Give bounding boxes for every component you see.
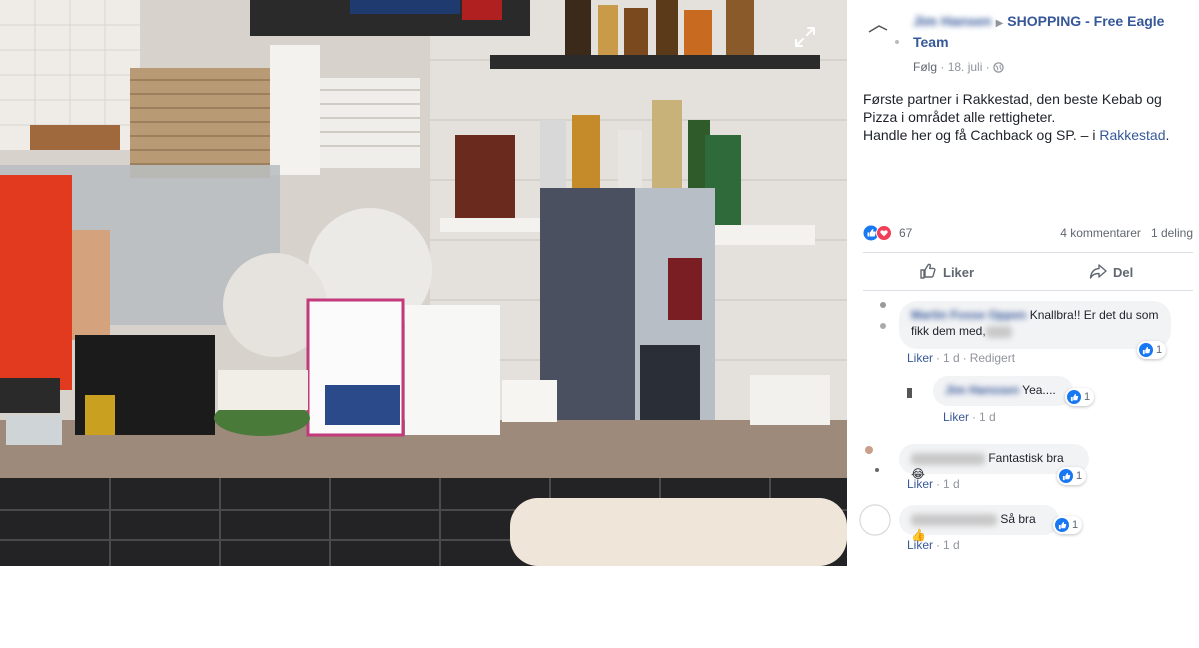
comment-like-link[interactable]: Liker bbox=[943, 410, 969, 424]
meta-dot: · bbox=[972, 410, 977, 424]
thumbs-up-icon bbox=[1067, 390, 1081, 404]
follow-link[interactable]: Følg bbox=[913, 60, 937, 74]
reaction-count[interactable]: 67 bbox=[899, 226, 912, 240]
commenter-name-link[interactable]: Jim Hanssen bbox=[945, 383, 1019, 397]
comment-like-badge[interactable]: 1 bbox=[1053, 516, 1083, 534]
redacted-name bbox=[911, 513, 997, 526]
comment-avatar[interactable] bbox=[859, 504, 891, 536]
post-actions: Liker Del bbox=[863, 256, 1193, 288]
comment-meta: Liker · 1 d bbox=[907, 477, 960, 491]
comment-meta: Liker · 1 d bbox=[943, 410, 996, 424]
share-button[interactable]: Del bbox=[1089, 256, 1133, 288]
post-side-panel: Jim Hansen ▶ SHOPPING - Free Eagle Team Fø… bbox=[847, 0, 1199, 566]
comment-time[interactable]: 1 d bbox=[979, 410, 996, 424]
comment-meta: Liker · 1 d bbox=[907, 538, 960, 552]
reaction-icons[interactable] bbox=[863, 225, 897, 241]
post-date[interactable]: 18. juli bbox=[948, 60, 983, 74]
commenter-name-link[interactable]: Martin Fosse Oppen bbox=[911, 308, 1026, 322]
reaction-summary: 67 4 kommentarer 1 deling bbox=[863, 224, 1193, 242]
comment-time[interactable]: 1 d bbox=[943, 477, 960, 491]
comment-like-badge[interactable]: 1 bbox=[1065, 388, 1095, 406]
redacted-text bbox=[985, 325, 1012, 338]
comment-avatar[interactable] bbox=[861, 300, 893, 332]
thumbs-up-icon bbox=[1055, 518, 1069, 532]
divider bbox=[863, 252, 1193, 253]
comment-time[interactable]: 1 d bbox=[943, 351, 960, 365]
post-text: Første partner i Rakkestad, den beste Ke… bbox=[863, 90, 1183, 144]
comment-share-counts: 4 kommentarer 1 deling bbox=[1060, 226, 1193, 240]
meta-dot: · bbox=[936, 477, 941, 491]
comment-like-count: 1 bbox=[1156, 344, 1163, 356]
post-text-line1: Første partner i Rakkestad, den beste Ke… bbox=[863, 91, 1162, 125]
post-photo[interactable] bbox=[0, 0, 847, 566]
restaurant-counter-photo bbox=[0, 0, 847, 566]
author-avatar[interactable] bbox=[863, 14, 903, 54]
meta-dot: · bbox=[940, 60, 948, 74]
meta-dot: · bbox=[985, 60, 994, 74]
caret-right-icon: ▶ bbox=[995, 18, 1004, 29]
comment-edited[interactable]: Redigert bbox=[970, 351, 1015, 365]
comment-avatar[interactable] bbox=[861, 442, 893, 474]
comment-like-badge[interactable]: 1 bbox=[1137, 341, 1167, 359]
comment-meta: Liker · 1 d · Redigert bbox=[907, 351, 1015, 365]
comment-like-link[interactable]: Liker bbox=[907, 351, 933, 365]
share-button-label: Del bbox=[1113, 264, 1134, 280]
comment-bubble: Så bra👍 bbox=[899, 505, 1059, 542]
reply-avatar[interactable] bbox=[905, 382, 927, 404]
thumbs-up-icon bbox=[1139, 343, 1153, 357]
globe-icon bbox=[993, 62, 1004, 76]
thumbs-up-icon bbox=[1059, 469, 1073, 483]
reply-bubble: Jim Hanssen Yea.... bbox=[933, 376, 1073, 406]
thumbs-up-icon bbox=[919, 262, 937, 283]
comment-bubble: Martin Fosse Oppen Knallbra!! Er det du … bbox=[899, 301, 1171, 349]
expand-icon[interactable] bbox=[792, 24, 818, 50]
share-count-link[interactable]: 1 deling bbox=[1151, 226, 1193, 240]
meta-dot: · bbox=[936, 351, 941, 365]
comment-like-badge[interactable]: 1 bbox=[1057, 467, 1087, 485]
meta-dot: · bbox=[962, 351, 967, 365]
divider bbox=[863, 290, 1193, 291]
post-text-suffix: . bbox=[1165, 127, 1170, 143]
post-title-line: Jim Hansen ▶ SHOPPING - Free Eagle Team bbox=[913, 12, 1183, 52]
author-name-link[interactable]: Jim Hansen bbox=[913, 13, 992, 29]
meta-dot: · bbox=[936, 538, 941, 552]
place-link[interactable]: Rakkestad bbox=[1099, 127, 1165, 143]
post-meta: Følg · 18. juli · bbox=[913, 60, 1004, 76]
like-button-label: Liker bbox=[943, 264, 975, 280]
comment-text: Yea.... bbox=[1022, 383, 1056, 397]
facebook-photo-viewer: Jim Hansen ▶ SHOPPING - Free Eagle Team Fø… bbox=[0, 0, 1199, 648]
post-text-line2: Handle her og få Cachback og SP. – i bbox=[863, 127, 1100, 143]
share-arrow-icon bbox=[1089, 262, 1107, 283]
comment-like-count: 1 bbox=[1084, 391, 1091, 403]
like-button[interactable]: Liker bbox=[919, 256, 974, 288]
comment-like-link[interactable]: Liker bbox=[907, 477, 933, 491]
comment-like-link[interactable]: Liker bbox=[907, 538, 933, 552]
comment-like-count: 1 bbox=[1076, 470, 1083, 482]
comment-time[interactable]: 1 d bbox=[943, 538, 960, 552]
comment-count-link[interactable]: 4 kommentarer bbox=[1060, 226, 1141, 240]
comment-like-count: 1 bbox=[1072, 519, 1079, 531]
redacted-name bbox=[911, 452, 985, 465]
